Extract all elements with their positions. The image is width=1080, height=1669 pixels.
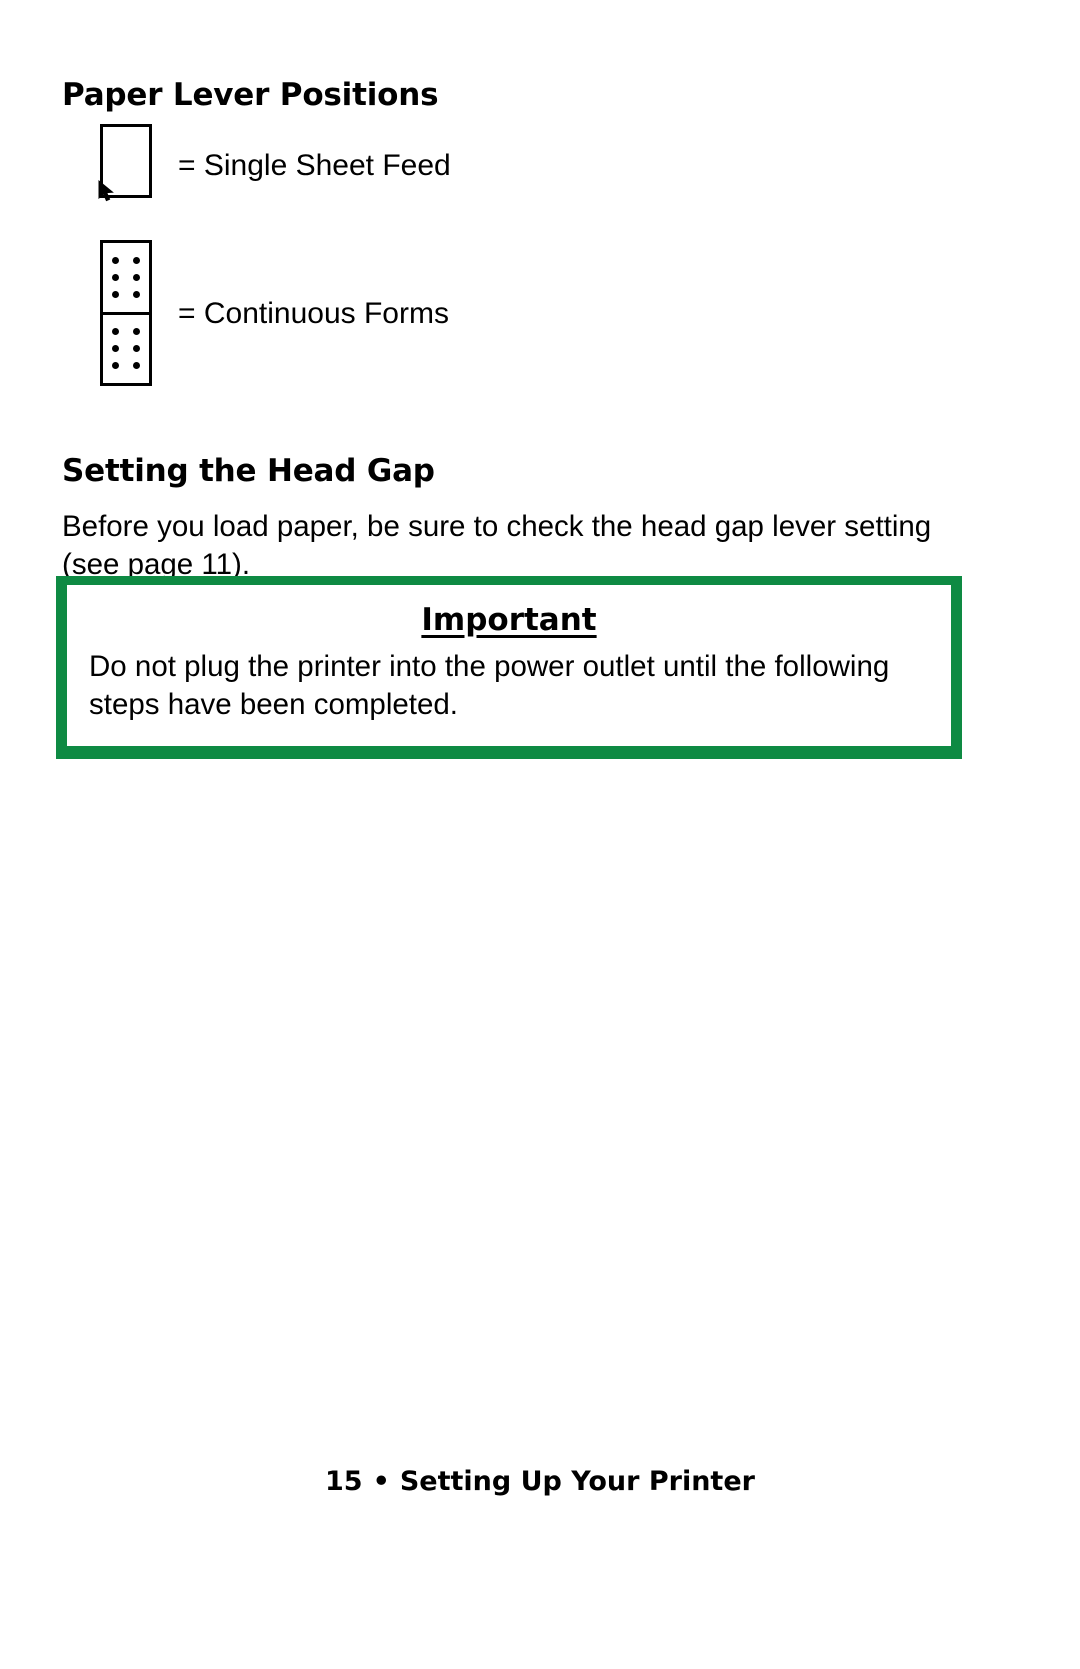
continuous-forms-icon [100,240,152,386]
legend-label-continuous-forms: = Continuous Forms [178,297,449,330]
forms-dot-row [103,362,149,370]
cursor-arrow-icon [98,179,114,202]
footer-section-title: Setting Up Your Printer [399,1466,755,1497]
footer-page-number: 15 [325,1466,363,1497]
legend-row-continuous-forms: = Continuous Forms [100,240,449,386]
tractor-hole-dot [133,362,140,370]
heading-setting-the-head-gap: Setting the Head Gap [62,452,435,489]
tractor-hole-dot [112,345,119,353]
forms-panel-lower [103,311,149,384]
forms-dot-row [103,256,149,264]
legend-label-single-sheet: = Single Sheet Feed [178,149,451,182]
tractor-hole-dot [133,256,140,264]
tractor-hole-dot [133,328,140,336]
footer-separator-bullet: • [372,1466,390,1497]
tractor-hole-dot [112,256,119,264]
important-callout-body: Do not plug the printer into the power o… [89,649,890,721]
forms-panel-upper [103,243,149,312]
important-callout-title: Important [421,602,597,638]
tractor-hole-dot [112,273,119,281]
forms-dot-row [103,345,149,353]
tractor-hole-dot [133,290,140,298]
tractor-hole-dot [112,290,119,298]
tractor-hole-dot [133,273,140,281]
important-callout-box: Important Do not plug the printer into t… [56,576,962,759]
forms-dot-row [103,290,149,298]
forms-dot-row [103,328,149,336]
page-footer: 15 • Setting Up Your Printer [0,1466,1080,1497]
tractor-hole-dot [112,362,119,370]
document-page: Paper Lever Positions = Single Sheet Fee… [0,0,1080,1669]
single-sheet-icon [98,124,152,202]
heading-paper-lever-positions: Paper Lever Positions [62,76,439,113]
tractor-hole-dot [133,345,140,353]
tractor-hole-dot [112,328,119,336]
forms-dot-row [103,273,149,281]
legend-row-single-sheet: = Single Sheet Feed [98,124,451,202]
important-callout-inner: Important Do not plug the printer into t… [67,585,951,746]
paragraph-head-gap: Before you load paper, be sure to check … [62,509,932,581]
